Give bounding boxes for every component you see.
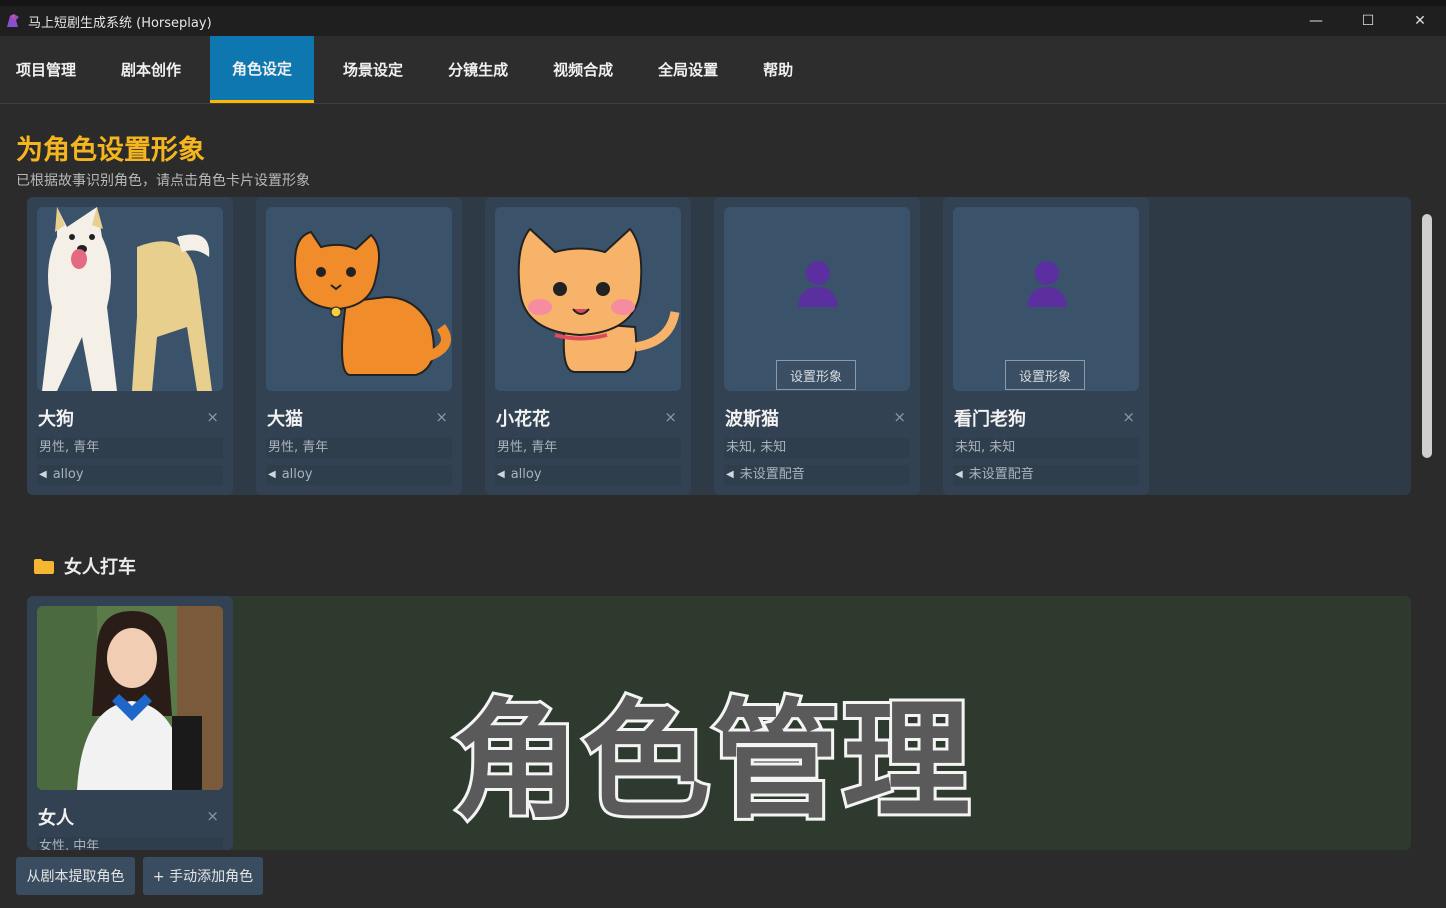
folder-icon bbox=[34, 558, 54, 574]
person-placeholder-icon bbox=[798, 261, 838, 307]
person-placeholder-icon bbox=[1027, 261, 1067, 307]
page-subtitle: 已根据故事识别角色，请点击角色卡片设置形象 bbox=[16, 173, 310, 189]
vertical-scrollbar[interactable] bbox=[1422, 214, 1432, 458]
character-name: 波斯猫 bbox=[725, 409, 779, 430]
character-card[interactable]: 女人 × 女性, 中年 bbox=[27, 596, 233, 850]
overlay-caption: 角色管理 bbox=[449, 687, 973, 836]
character-card[interactable]: 设置形象 看门老狗 × 未知, 未知 ◀ 未设置配音 bbox=[943, 197, 1149, 495]
add-character-button[interactable]: + 手动添加角色 bbox=[143, 857, 263, 895]
character-voice[interactable]: ◀ alloy bbox=[266, 465, 452, 485]
character-meta: 未知, 未知 bbox=[724, 438, 910, 458]
character-card[interactable]: 设置形象 波斯猫 × 未知, 未知 ◀ 未设置配音 bbox=[714, 197, 920, 495]
minimize-button[interactable]: — bbox=[1290, 6, 1342, 36]
woman-photo-image bbox=[37, 606, 223, 790]
character-name: 看门老狗 bbox=[954, 409, 1026, 430]
main-tab-bar: 项目管理 剧本创作 角色设定 场景设定 分镜生成 视频合成 全局设置 帮助 bbox=[0, 36, 1446, 104]
character-voice[interactable]: ◀ alloy bbox=[495, 465, 681, 485]
character-meta: 男性, 青年 bbox=[266, 438, 452, 458]
speaker-icon: ◀ bbox=[726, 469, 734, 480]
character-image[interactable] bbox=[37, 207, 223, 391]
speaker-icon: ◀ bbox=[497, 469, 505, 480]
tab-storyboard[interactable]: 分镜生成 bbox=[432, 36, 524, 103]
delete-character-icon[interactable]: × bbox=[1122, 408, 1135, 426]
shiba-dog-image bbox=[37, 207, 223, 391]
voice-label: 未设置配音 bbox=[968, 467, 1034, 482]
character-name: 大猫 bbox=[267, 409, 303, 430]
character-name: 小花花 bbox=[496, 409, 550, 430]
tab-global-settings[interactable]: 全局设置 bbox=[642, 36, 734, 103]
delete-character-icon[interactable]: × bbox=[893, 408, 906, 426]
page-title: 为角色设置形象 bbox=[16, 135, 205, 166]
window-controls: — ☐ ✕ bbox=[1290, 6, 1446, 36]
character-meta: 男性, 青年 bbox=[495, 438, 681, 458]
tab-video-compose[interactable]: 视频合成 bbox=[537, 36, 629, 103]
tab-project-management[interactable]: 项目管理 bbox=[0, 36, 92, 103]
close-window-button[interactable]: ✕ bbox=[1394, 6, 1446, 36]
speaker-icon: ◀ bbox=[955, 469, 963, 480]
window-title: 马上短剧生成系统 (Horseplay) bbox=[28, 15, 212, 31]
character-card[interactable]: 大狗 × 男性, 青年 ◀ alloy bbox=[27, 197, 233, 495]
character-meta: 女性, 中年 bbox=[37, 837, 223, 850]
voice-label: alloy bbox=[52, 467, 84, 482]
voice-label: 未设置配音 bbox=[739, 467, 805, 482]
character-voice[interactable]: ◀ alloy bbox=[37, 465, 223, 485]
character-meta: 未知, 未知 bbox=[953, 438, 1139, 458]
character-voice[interactable]: ◀ 未设置配音 bbox=[953, 465, 1139, 485]
voice-label: alloy bbox=[281, 467, 313, 482]
character-name: 大狗 bbox=[38, 409, 74, 430]
group-header[interactable]: 女人打车 bbox=[34, 553, 136, 579]
tab-scene-settings[interactable]: 场景设定 bbox=[327, 36, 419, 103]
character-image-placeholder[interactable]: 设置形象 bbox=[953, 207, 1139, 391]
character-name: 女人 bbox=[38, 808, 74, 829]
delete-character-icon[interactable]: × bbox=[435, 408, 448, 426]
character-image[interactable] bbox=[37, 606, 223, 790]
tab-character-settings[interactable]: 角色设定 bbox=[210, 36, 315, 103]
orange-cat-image bbox=[266, 207, 452, 391]
character-voice[interactable]: ◀ 未设置配音 bbox=[724, 465, 910, 485]
tab-script-writing[interactable]: 剧本创作 bbox=[105, 36, 197, 103]
set-look-button[interactable]: 设置形象 bbox=[776, 360, 856, 390]
character-card[interactable]: 小花花 × 男性, 青年 ◀ alloy bbox=[485, 197, 691, 495]
character-image-placeholder[interactable]: 设置形象 bbox=[724, 207, 910, 391]
speaker-icon: ◀ bbox=[39, 469, 47, 480]
delete-character-icon[interactable]: × bbox=[664, 408, 677, 426]
voice-label: alloy bbox=[510, 467, 542, 482]
tab-help[interactable]: 帮助 bbox=[747, 36, 809, 103]
character-meta: 男性, 青年 bbox=[37, 438, 223, 458]
app-logo-icon bbox=[7, 14, 19, 27]
delete-character-icon[interactable]: × bbox=[206, 408, 219, 426]
delete-character-icon[interactable]: × bbox=[206, 807, 219, 825]
maximize-button[interactable]: ☐ bbox=[1342, 6, 1394, 36]
set-look-button[interactable]: 设置形象 bbox=[1005, 360, 1085, 390]
speaker-icon: ◀ bbox=[268, 469, 276, 480]
character-image[interactable] bbox=[495, 207, 681, 391]
character-group-panel: 大狗 × 男性, 青年 ◀ alloy 大猫 × 男性, 青年 ◀ alloy … bbox=[27, 197, 1411, 495]
character-card[interactable]: 大猫 × 男性, 青年 ◀ alloy bbox=[256, 197, 462, 495]
character-image[interactable] bbox=[266, 207, 452, 391]
group-name: 女人打车 bbox=[64, 557, 136, 578]
extract-characters-button[interactable]: 从剧本提取角色 bbox=[16, 857, 135, 895]
title-bar: 马上短剧生成系统 (Horseplay) — ☐ ✕ bbox=[0, 0, 1446, 36]
cute-cat-image bbox=[495, 207, 681, 391]
